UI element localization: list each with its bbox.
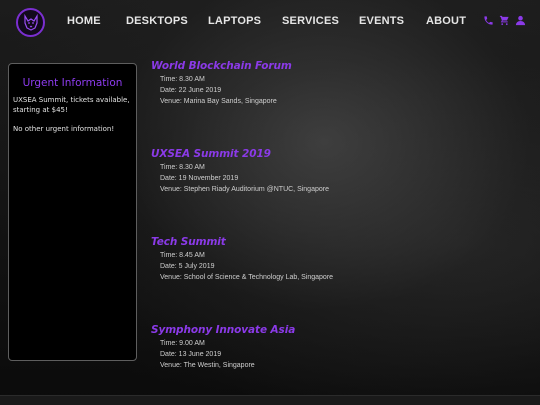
event-item: UXSEA Summit 2019 Time: 8.30 AM Date: 19… [151,148,329,195]
nav-desktops[interactable]: DESKTOPS [126,15,188,27]
event-time: Time: 8.30 AM [160,76,205,83]
event-title[interactable]: World Blockchain Forum [151,60,292,72]
cart-icon[interactable] [498,13,510,27]
footer-bar [0,395,540,405]
urgent-message: No other urgent information! [13,125,115,133]
nav-services[interactable]: SERVICES [282,15,339,27]
event-date: Date: 22 June 2019 [160,87,222,94]
event-item: Symphony Innovate Asia Time: 9.00 AM Dat… [151,324,295,371]
event-venue: Venue: Marina Bay Sands, Singapore [160,98,277,105]
event-time: Time: 9.00 AM [160,340,205,347]
nav-home[interactable]: HOME [67,15,101,27]
event-time: Time: 8.45 AM [160,252,205,259]
event-title[interactable]: Symphony Innovate Asia [151,324,295,336]
nav-laptops[interactable]: LAPTOPS [208,15,261,27]
nav-about[interactable]: ABOUT [426,15,466,27]
event-date: Date: 13 June 2019 [160,351,222,358]
event-venue: Venue: Stephen Riady Auditorium @NTUC, S… [160,186,329,193]
event-title[interactable]: UXSEA Summit 2019 [151,148,329,160]
urgent-info-panel: Urgent Information UXSEA Summit, tickets… [8,63,137,361]
event-title[interactable]: Tech Summit [151,236,333,248]
navbar: HOME DESKTOPS LAPTOPS SERVICES EVENTS AB… [0,0,540,44]
urgent-message: UXSEA Summit, tickets available, startin… [13,96,130,114]
event-date: Date: 5 July 2019 [160,263,215,270]
urgent-info-messages: UXSEA Summit, tickets available, startin… [13,96,135,145]
nav-events[interactable]: EVENTS [359,15,404,27]
urgent-info-title: Urgent Information [22,77,123,89]
event-item: Tech Summit Time: 8.45 AM Date: 5 July 2… [151,236,333,283]
event-item: World Blockchain Forum Time: 8.30 AM Dat… [151,60,292,107]
phone-icon[interactable] [482,13,494,27]
event-venue: Venue: The Westin, Singapore [160,362,255,369]
event-venue: Venue: School of Science & Technology La… [160,274,334,281]
event-date: Date: 19 November 2019 [160,175,239,182]
user-icon[interactable] [514,13,526,27]
event-time: Time: 8.30 AM [160,164,205,171]
